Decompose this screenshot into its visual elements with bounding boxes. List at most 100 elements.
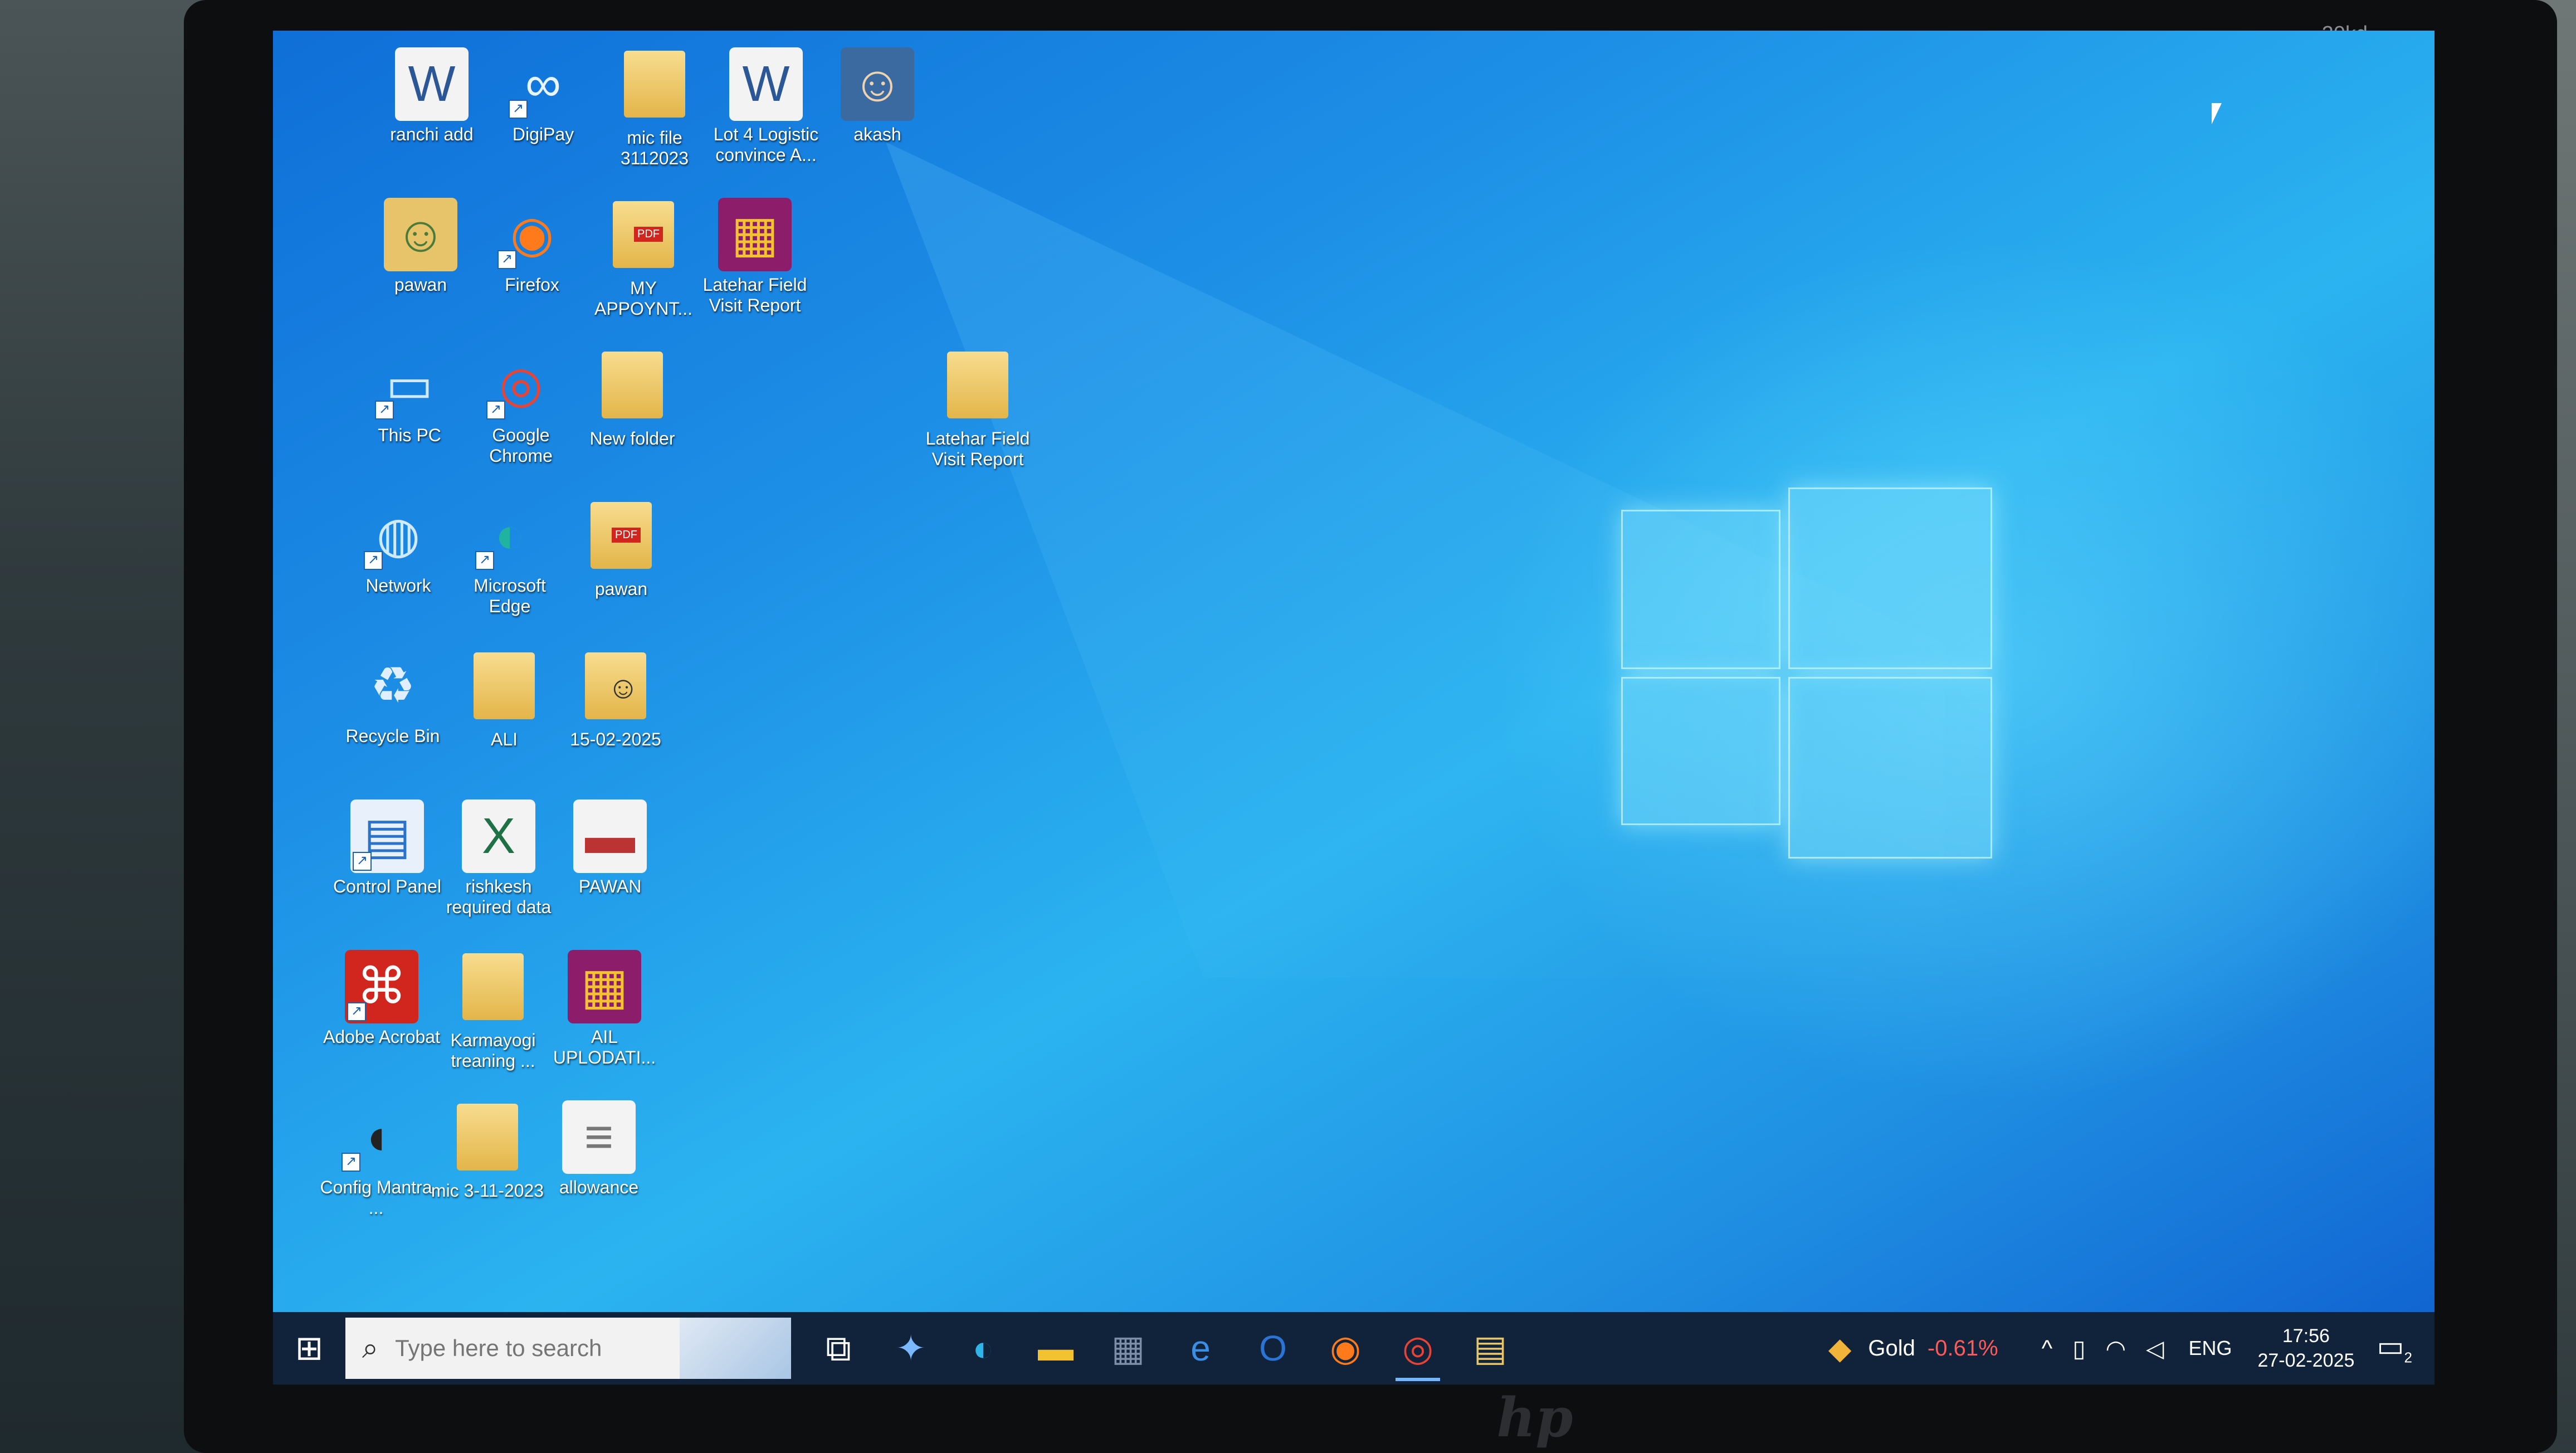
desktop-icon[interactable]: ◍ ↗ Network [340, 499, 457, 596]
desktop-icon-label: AIL UPLODATI... [553, 1027, 656, 1067]
gold-coin-icon: ◆ [1828, 1332, 1852, 1366]
system-tray: ◆ Gold -0.61% ^ ▯ ◠ ◁ ENG 17:56 27-02-20… [1828, 1312, 2434, 1384]
desktop-icon[interactable]: ◎ ↗ Google Chrome [462, 348, 579, 466]
shortcut-arrow-icon: ↗ [509, 100, 528, 119]
desktop-icon[interactable]: ☺ pawan [362, 198, 479, 295]
desktop-icon-label: Adobe Acrobat [323, 1027, 440, 1047]
desktop-icon[interactable]: ▦ AIL UPLODATI... [546, 950, 663, 1068]
taskbar-internet-explorer-button[interactable]: e [1164, 1312, 1237, 1384]
speaker-muted-icon[interactable]: ◁ [2146, 1335, 2164, 1362]
language-indicator[interactable]: ENG [2188, 1337, 2232, 1360]
desktop-icon[interactable]: mic 3-11-2023 [429, 1100, 546, 1201]
taskbar-copilot-button[interactable]: ✦ [875, 1312, 947, 1384]
taskbar-chrome-button[interactable]: ◎ [1382, 1312, 1454, 1384]
wallpaper-logo-pane-1 [1621, 510, 1780, 669]
folder-icon [941, 352, 1014, 425]
desktop-icon[interactable]: W Lot 4 Logistic convince A... [708, 47, 824, 165]
desktop-icon[interactable]: ▭ ↗ This PC [351, 348, 468, 446]
desktop-icon-label: Latehar Field Visit Report [702, 275, 807, 315]
taskbar-file-explorer-button[interactable]: ▬ [1019, 1312, 1092, 1384]
desktop-icon[interactable]: ◖ ↗ Config Mantra ... [318, 1100, 435, 1218]
chevron-up-icon[interactable]: ^ [2042, 1335, 2053, 1362]
taskbar: ⊞ ⌕ ⧉ ✦ ◐ ▬ ▦ e O ◉ ◎ ▤ ◆ Gold -0.61% ^ ▯ ◠ ◁ ENG… [273, 1312, 2434, 1384]
shortcut-arrow-icon: ↗ [341, 1153, 360, 1172]
gold-widget[interactable]: ◆ Gold -0.61% [1828, 1331, 1998, 1366]
store-icon: ▦ [1111, 1328, 1145, 1368]
mouse-cursor-icon [2212, 103, 2222, 124]
desktop-icon-label: ALI [490, 729, 518, 749]
folder-icon [467, 652, 541, 726]
folder-icon: ▤ [1473, 1328, 1507, 1368]
desktop-icon-label: This PC [378, 425, 441, 445]
desktop-icon[interactable]: ALI [446, 649, 563, 750]
word-document-icon: W [395, 47, 469, 121]
desktop-icon-label: Firefox [505, 275, 559, 295]
copilot-icon: ✦ [896, 1328, 926, 1368]
search-icon: ⌕ [362, 1332, 379, 1364]
device-icon[interactable]: ▯ [2072, 1335, 2085, 1362]
control-panel-icon: ▤ ↗ [350, 799, 424, 873]
desktop-icon[interactable]: ∞ ↗ DigiPay [485, 47, 602, 145]
desktop-icon[interactable]: ◐ ↗ Microsoft Edge [451, 499, 568, 617]
start-button[interactable]: ⊞ [273, 1312, 345, 1384]
shortcut-arrow-icon: ↗ [475, 551, 494, 570]
shortcut-arrow-icon: ↗ [486, 401, 505, 420]
taskbar-store-button[interactable]: ▦ [1092, 1312, 1164, 1384]
desktop-icon[interactable]: PDF MY APPOYNT... [585, 198, 702, 319]
desktop-icon-label: pawan [394, 275, 447, 295]
desktop-icon[interactable]: mic file 3112023 [596, 47, 713, 169]
desktop-icon[interactable]: ◉ ↗ Firefox [474, 198, 591, 295]
desktop-icon[interactable]: Xrishkesh required data [440, 799, 557, 918]
desktop-icon-label: MY APPOYNT... [594, 278, 693, 319]
clock[interactable]: 17:56 27-02-2025 [2257, 1324, 2354, 1373]
taskbar-task-view-button[interactable]: ⧉ [802, 1312, 875, 1384]
wallpaper-logo-pane-3 [1621, 677, 1780, 825]
digipay-icon: ∞ ↗ [506, 47, 580, 121]
desktop-icon[interactable]: ▬ PAWAN [552, 799, 669, 897]
widget-label: Gold [1868, 1335, 1915, 1361]
desktop-icon[interactable]: PDF pawan [563, 499, 680, 599]
desktop-icon-label: mic file 3112023 [620, 128, 689, 168]
firefox-icon: ◉ ↗ [495, 198, 569, 271]
fingerprint-scanner-icon: ◖ ↗ [339, 1100, 413, 1174]
desktop-icon[interactable]: ☺ akash [819, 47, 936, 145]
windows-logo-icon: ⊞ [295, 1329, 324, 1367]
winrar-icon: ▦ [718, 198, 792, 271]
desktop-icon[interactable]: ▦ Latehar Field Visit Report [696, 198, 813, 316]
shortcut-arrow-icon: ↗ [347, 1002, 366, 1021]
desktop-icon[interactable]: ≡ allowance [540, 1100, 657, 1198]
wallpaper-logo-pane-2 [1788, 487, 1992, 669]
desktop-icon-label: ranchi add [390, 124, 474, 144]
chrome-icon: ◎ ↗ [484, 348, 558, 422]
desktop-icon[interactable]: ☺ 15-02-2025 [557, 649, 674, 750]
taskbar-firefox-button[interactable]: ◉ [1309, 1312, 1382, 1384]
folder-icon [456, 953, 530, 1027]
search-input[interactable] [394, 1334, 675, 1362]
wifi-icon[interactable]: ◠ [2105, 1335, 2126, 1362]
network-icon: ◍ ↗ [362, 499, 435, 572]
desktop-icon-label: PAWAN [578, 876, 642, 896]
shortcut-arrow-icon: ↗ [353, 852, 372, 871]
desktop-icon[interactable]: Wranchi add [373, 47, 490, 145]
taskbar-folder-button[interactable]: ▤ [1454, 1312, 1526, 1384]
taskbar-edge-button[interactable]: ◐ [947, 1312, 1019, 1384]
desktop-icon-label: DigiPay [512, 124, 574, 144]
desktop-icon[interactable]: Latehar Field Visit Report [919, 348, 1036, 470]
desktop-icon[interactable]: ⌘ ↗ Adobe Acrobat [323, 950, 440, 1047]
taskbar-outlook-button[interactable]: O [1237, 1312, 1309, 1384]
desktop-icon[interactable]: ▤ ↗ Control Panel [329, 799, 446, 897]
desktop-icon-label: allowance [559, 1177, 639, 1197]
widget-change: -0.61% [1927, 1335, 1998, 1361]
desktop-icon-label: rishkesh required data [446, 876, 552, 917]
desktop-icon[interactable]: ♻ Recycle Bin [334, 649, 451, 747]
desktop-icon-label: akash [853, 124, 901, 144]
desktop-icon[interactable]: New folder [574, 348, 691, 449]
this-pc-icon: ▭ ↗ [373, 348, 446, 422]
taskbar-search[interactable]: ⌕ [345, 1318, 791, 1379]
excel-document-icon: X [462, 799, 535, 873]
desktop-icon-label: New folder [589, 428, 675, 448]
notification-center-button[interactable]: ▭2 [2377, 1330, 2412, 1366]
document-icon: ≡ [562, 1100, 636, 1174]
edge-icon: ◐ [972, 1328, 994, 1368]
desktop-icon[interactable]: Karmayogi treaning ... [435, 950, 552, 1071]
